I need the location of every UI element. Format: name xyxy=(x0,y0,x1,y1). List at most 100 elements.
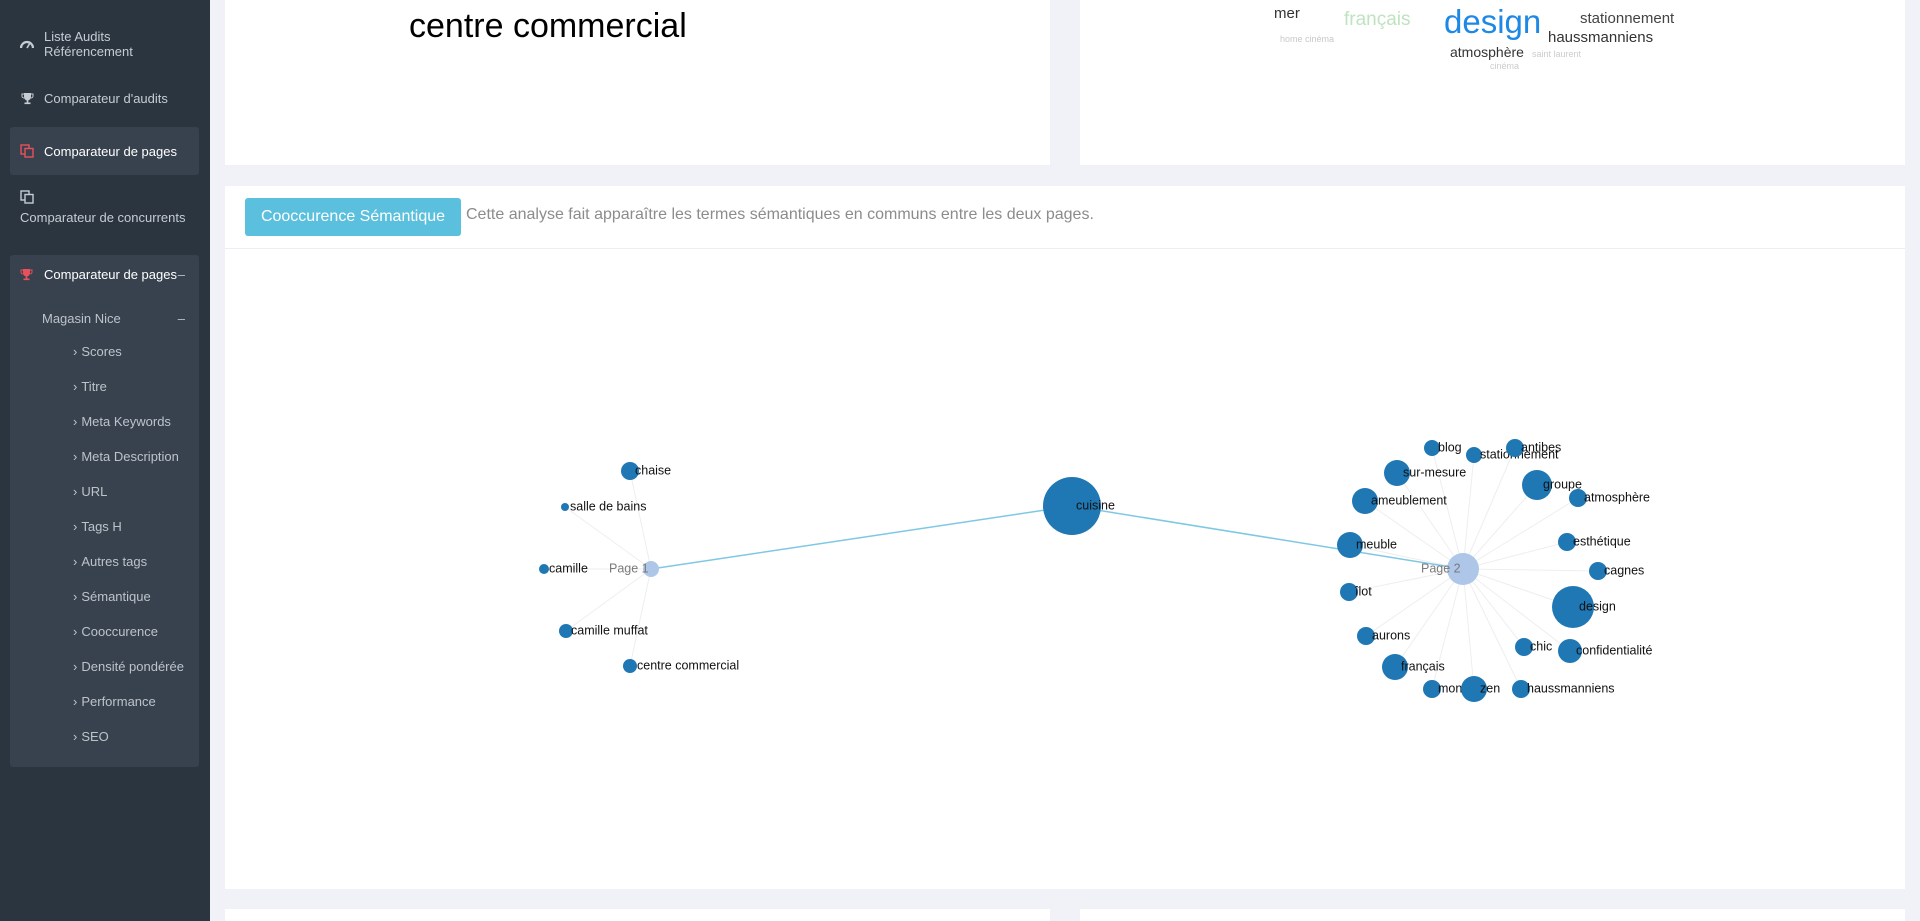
sidebar-leaf-item[interactable]: › Densité pondérée xyxy=(73,659,184,674)
graph-link xyxy=(1462,568,1475,690)
graph-node-label: aurons xyxy=(1372,628,1410,642)
sidebar-item-label: Comparateur de pages xyxy=(44,143,177,159)
dashboard-icon xyxy=(20,37,34,51)
graph-node[interactable] xyxy=(539,564,549,574)
graph-node[interactable] xyxy=(561,503,569,511)
cloud-word: mer xyxy=(1274,5,1300,22)
graph-node-label: salle de bains xyxy=(570,499,646,513)
graph-node-label: centre commercial xyxy=(637,658,739,672)
chevron-right-icon: › xyxy=(73,624,78,639)
graph-node-label: atmosphère xyxy=(1584,490,1650,504)
cooccurrence-graph[interactable]: chaise salle de bains camille camille muffa… xyxy=(225,250,1905,886)
bottom-panel-left xyxy=(225,909,1050,921)
cooccurrence-description: Cette analyse fait apparaître les termes… xyxy=(466,206,1094,223)
sidebar-leaf-item[interactable]: › Autres tags xyxy=(73,554,147,569)
graph-node-label: haussmanniens xyxy=(1527,681,1615,695)
sidebar-leaf-label: SEO xyxy=(81,729,109,744)
sidebar-leaf-item[interactable]: › Meta Keywords xyxy=(73,414,171,429)
cloud-word: haussmanniens xyxy=(1548,29,1654,46)
copy-icon xyxy=(20,190,34,204)
graph-node-label: groupe xyxy=(1543,477,1582,491)
graph-node-label: chaise xyxy=(635,463,671,477)
sidebar-leaf-item[interactable]: › URL xyxy=(73,484,107,499)
graph-page-label: Page 1 xyxy=(609,561,649,575)
cloud-word: design xyxy=(1444,3,1542,40)
sidebar-leaf-item[interactable]: › Titre xyxy=(73,379,107,394)
bottom-panel-right xyxy=(1080,909,1905,921)
graph-link xyxy=(1462,541,1568,570)
graph-node-label: ameublement xyxy=(1371,493,1447,507)
cloud-word: français xyxy=(1344,9,1411,30)
graph-node-label: blog xyxy=(1438,440,1462,454)
sidebar-item-audits-list[interactable]: Liste Audits Référencement xyxy=(10,29,199,59)
graph-node-label: sur-mesure xyxy=(1403,465,1466,479)
graph-node[interactable] xyxy=(623,659,637,673)
chevron-right-icon: › xyxy=(73,589,78,604)
sidebar-leaf-label: Scores xyxy=(81,344,122,359)
sidebar-leaf-label: URL xyxy=(81,484,108,499)
sidebar-section-page-comparator[interactable]: Comparateur de pages xyxy=(20,267,177,282)
sidebar-leaf-item[interactable]: › SEO xyxy=(73,729,109,744)
chevron-right-icon: › xyxy=(73,379,78,394)
sidebar-leaf-label: Cooccurence xyxy=(81,624,158,639)
graph-node-label: zen xyxy=(1480,681,1500,695)
graph-node-label: cuisine xyxy=(1076,498,1115,512)
sidebar-leaf-item[interactable]: › Meta Description xyxy=(73,449,179,464)
cloud-word: centre commercial xyxy=(409,7,687,45)
graph-link-main xyxy=(1071,505,1464,570)
graph-link xyxy=(1462,447,1516,570)
sidebar-leaf-label: Sémantique xyxy=(81,589,151,604)
sidebar-item-label: Liste Audits Référencement xyxy=(44,29,133,59)
trophy-icon xyxy=(20,91,34,105)
sidebar-leaf-item[interactable]: › Cooccurence xyxy=(73,624,158,639)
cloud-word: home cinéma xyxy=(1280,34,1335,44)
word-cloud-panel-page1: centre commercial xyxy=(225,0,1050,165)
graph-link xyxy=(1462,484,1538,570)
sidebar-item-page-comparator[interactable]: Comparateur de pages xyxy=(10,127,199,175)
sidebar-leaf-item[interactable]: › Scores xyxy=(73,344,122,359)
graph-link xyxy=(1462,497,1579,570)
cloud-word: atmosphère xyxy=(1450,44,1524,60)
graph-node-label: chic xyxy=(1530,639,1552,653)
chevron-right-icon: › xyxy=(73,449,78,464)
cloud-word: stationnement xyxy=(1580,10,1675,27)
sidebar-leaf-item[interactable]: › Performance xyxy=(73,694,156,709)
chevron-right-icon: › xyxy=(73,344,78,359)
graph-node-label: esthétique xyxy=(1573,534,1631,548)
graph-link-main xyxy=(650,505,1073,570)
sidebar: Liste Audits Référencement Comparateur d… xyxy=(0,0,210,921)
collapse-icon[interactable]: – xyxy=(178,311,185,326)
copy-icon xyxy=(20,144,34,158)
graph-link xyxy=(565,568,652,632)
sidebar-leaf-item[interactable]: › Tags H xyxy=(73,519,122,534)
sidebar-leaf-label: Autres tags xyxy=(81,554,148,569)
graph-node-label: design xyxy=(1579,599,1616,613)
sidebar-section-label: Comparateur de pages xyxy=(44,267,177,282)
cloud-word: cinéma xyxy=(1490,61,1520,71)
panel-divider xyxy=(225,248,1905,249)
graph-link xyxy=(1394,568,1464,668)
sidebar-leaf-label: Performance xyxy=(81,694,156,709)
graph-link xyxy=(564,506,652,570)
cooccurrence-button[interactable]: Cooccurence Sémantique xyxy=(245,198,461,236)
sidebar-leaf-label: Densité pondérée xyxy=(81,659,184,674)
graph-link xyxy=(1396,472,1464,570)
graph-page-label: Page 2 xyxy=(1421,561,1461,575)
chevron-right-icon: › xyxy=(73,484,78,499)
graph-node-label: français xyxy=(1401,659,1445,673)
sidebar-item-competitor-comparator[interactable]: Comparateur de concurrents xyxy=(10,190,199,234)
graph-node-label: cagnes xyxy=(1604,563,1644,577)
chevron-right-icon: › xyxy=(73,519,78,534)
sidebar-item-label: Comparateur d'audits xyxy=(44,90,168,106)
sidebar-section-block: Comparateur de pages – Magasin Nice – xyxy=(10,255,199,767)
sidebar-leaf-item[interactable]: › Sémantique xyxy=(73,589,151,604)
trophy-icon xyxy=(20,268,34,281)
sidebar-item-audit-comparator[interactable]: Comparateur d'audits xyxy=(10,86,199,110)
sidebar-sub-magasin-nice[interactable]: Magasin Nice xyxy=(42,311,121,326)
chevron-right-icon: › xyxy=(73,694,78,709)
graph-node-label: camille xyxy=(549,561,588,575)
collapse-icon[interactable]: – xyxy=(178,267,185,282)
graph-link xyxy=(629,470,652,570)
sidebar-leaf-label: Meta Description xyxy=(81,449,179,464)
graph-node-label: meuble xyxy=(1356,537,1397,551)
